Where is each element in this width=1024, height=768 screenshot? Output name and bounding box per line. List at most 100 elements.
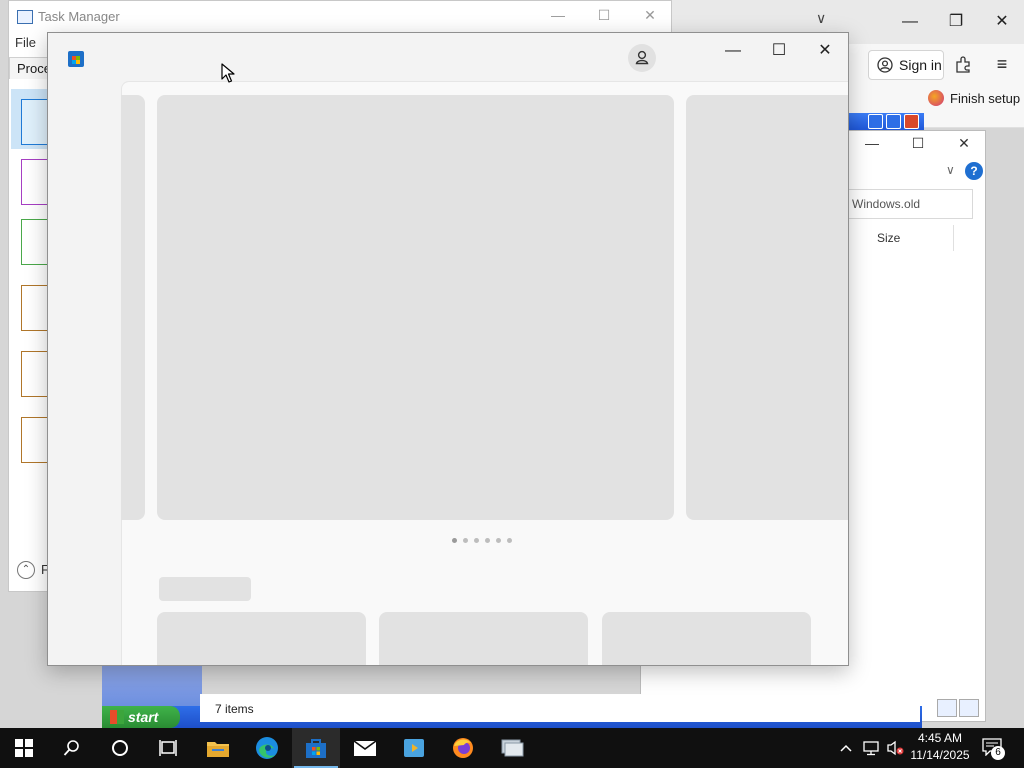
ribbon-expand-chevron-icon[interactable]: ∨	[946, 163, 955, 177]
task-view-button[interactable]	[144, 728, 192, 768]
edge-maximize-button[interactable]: ❐	[936, 8, 976, 36]
settings-more-icon[interactable]: ≡	[992, 54, 1012, 74]
carousel-dot[interactable]	[452, 538, 457, 543]
details-view-button[interactable]	[937, 699, 957, 717]
windows-flag-icon	[110, 710, 124, 724]
task-manager-title: Task Manager	[38, 9, 120, 24]
task-manager-titlebar: Task Manager — ☐ ✕	[9, 1, 671, 31]
task-manager-icon	[17, 10, 33, 24]
search-icon	[63, 740, 79, 756]
clock-date: 11/14/2025	[910, 748, 970, 762]
performance-graph-thumbnail[interactable]	[21, 285, 49, 331]
store-maximize-button[interactable]: ☐	[759, 39, 799, 63]
store-icon	[306, 739, 326, 758]
view-toggle	[937, 699, 979, 717]
explorer-status-bar: 7 items	[200, 694, 920, 722]
app-card[interactable]	[602, 612, 811, 665]
carousel-dot[interactable]	[463, 538, 468, 543]
account-avatar[interactable]	[628, 44, 656, 72]
store-titlebar: — ☐ ✕	[48, 33, 848, 81]
action-center-button[interactable]: 6	[982, 738, 1005, 760]
taskbar-app-network[interactable]	[488, 728, 536, 768]
performance-graph-thumbnail[interactable]	[21, 219, 49, 265]
tab-actions-chevron-icon[interactable]: ∨	[816, 10, 826, 27]
carousel-dot[interactable]	[507, 538, 512, 543]
xp-restore-button[interactable]	[886, 114, 901, 129]
taskmgr-maximize-button[interactable]: ☐	[589, 7, 619, 27]
explorer-close-button[interactable]: ✕	[949, 135, 979, 155]
taskbar-app-store[interactable]	[292, 728, 340, 768]
sign-in-button[interactable]: Sign in	[868, 50, 944, 80]
firefox-logo-icon	[928, 90, 944, 106]
sign-in-label: Sign in	[899, 57, 942, 73]
tab-processes[interactable]: Proce	[9, 57, 49, 79]
store-logo-icon	[68, 51, 84, 67]
taskbar-app-edge[interactable]	[243, 728, 291, 768]
chevron-up-icon	[840, 744, 852, 752]
performance-graph-thumbnail[interactable]	[21, 417, 49, 463]
item-count: 7 items	[215, 702, 254, 716]
cortana-button[interactable]	[96, 728, 144, 768]
search-button[interactable]	[48, 728, 96, 768]
xp-close-button[interactable]	[904, 114, 919, 129]
profile-icon	[877, 57, 893, 73]
taskbar-app-media-player[interactable]	[390, 728, 438, 768]
carousel-dot[interactable]	[485, 538, 490, 543]
volume-button[interactable]	[884, 728, 906, 768]
store-close-button[interactable]: ✕	[805, 39, 845, 63]
carousel-previous-card[interactable]	[121, 95, 145, 520]
taskbar-app-mail[interactable]	[341, 728, 389, 768]
explorer-minimize-button[interactable]: —	[857, 135, 887, 155]
section-title-placeholder	[159, 577, 251, 601]
large-icons-view-button[interactable]	[959, 699, 979, 717]
windows-logo-icon	[15, 739, 33, 757]
performance-graph-thumbnail[interactable]	[21, 159, 49, 205]
column-header-size[interactable]: Size	[877, 231, 900, 245]
windows-taskbar	[0, 728, 1024, 768]
taskmgr-minimize-button[interactable]: —	[543, 7, 573, 27]
performance-graph-thumbnail[interactable]	[21, 99, 49, 145]
column-separator[interactable]	[953, 225, 954, 251]
file-explorer-icon	[207, 742, 229, 757]
explorer-maximize-button[interactable]: ☐	[903, 135, 933, 155]
taskbar-clock[interactable]: 4:45 AM 11/14/2025	[906, 730, 974, 764]
task-view-icon	[159, 740, 177, 756]
help-icon[interactable]: ?	[965, 162, 983, 180]
xp-minimize-button[interactable]	[868, 114, 883, 129]
notification-count-badge: 6	[991, 746, 1005, 760]
xp-start-label: start	[128, 709, 159, 725]
edge-minimize-button[interactable]: —	[890, 8, 930, 36]
extensions-icon[interactable]	[954, 54, 974, 74]
carousel-next-card[interactable]	[686, 95, 848, 520]
app-card[interactable]	[157, 612, 366, 665]
media-player-icon	[404, 739, 424, 757]
finish-setup-label: Finish setup	[950, 90, 1021, 106]
performance-graph-thumbnail[interactable]	[21, 351, 49, 397]
network-status-button[interactable]	[860, 728, 882, 768]
volume-muted-icon	[887, 740, 904, 756]
taskmgr-close-button[interactable]: ✕	[635, 7, 665, 27]
edge-close-button[interactable]: ✕	[982, 8, 1022, 36]
microsoft-store-window: — ☐ ✕	[47, 32, 849, 666]
carousel-dot[interactable]	[474, 538, 479, 543]
show-hidden-icons-button[interactable]	[836, 728, 856, 768]
firefox-icon	[453, 738, 473, 758]
finish-setup-button[interactable]: Finish setup	[928, 90, 1020, 106]
carousel-hero-card[interactable]	[157, 95, 674, 520]
cortana-icon	[112, 740, 128, 756]
taskbar-app-firefox[interactable]	[439, 728, 487, 768]
store-minimize-button[interactable]: —	[713, 39, 753, 63]
fewer-details-icon[interactable]: ⌃	[17, 561, 35, 579]
xp-start-button[interactable]: start	[102, 706, 180, 728]
mail-icon	[353, 740, 377, 756]
taskbar-app-file-explorer[interactable]	[194, 728, 242, 768]
mouse-cursor-icon	[221, 63, 235, 83]
carousel-pagination	[452, 538, 512, 543]
start-button[interactable]	[0, 728, 48, 768]
xp-desktop-thumbnail	[102, 666, 202, 706]
address-bar[interactable]: Windows.old	[847, 189, 973, 219]
network-app-icon	[501, 739, 524, 757]
carousel-dot[interactable]	[496, 538, 501, 543]
app-card[interactable]	[379, 612, 588, 665]
menu-file[interactable]: File	[15, 35, 36, 50]
